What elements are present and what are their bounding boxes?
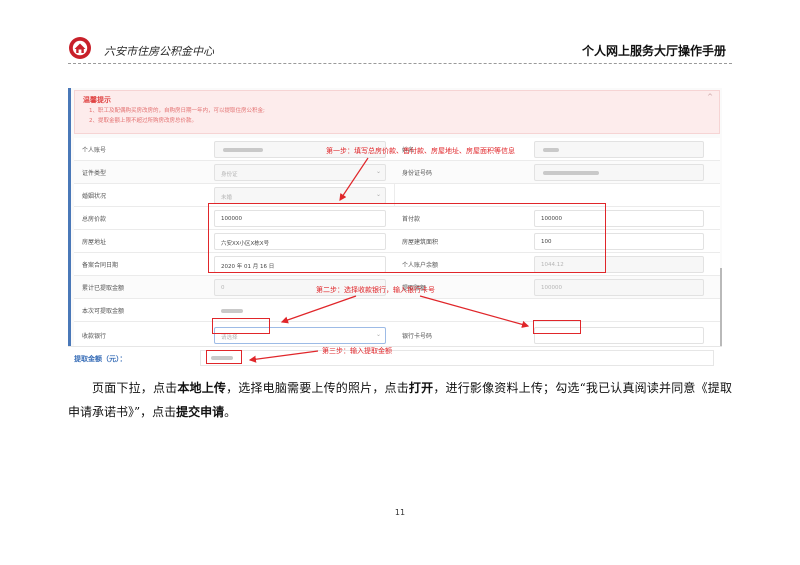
submit-term: 提交申请 — [176, 405, 225, 419]
collapse-icon[interactable]: ^ — [707, 93, 713, 101]
name-field — [534, 141, 704, 158]
tips-title: 温馨提示 — [83, 96, 111, 104]
available-amount-field — [214, 302, 386, 319]
marital-status-select: 未婚 ⌄ — [214, 187, 386, 204]
org-name: 六安市住房公积金中心 — [104, 45, 214, 58]
withdrawal-limit-field: 100000 — [534, 279, 704, 296]
field-label: 总房价款 — [82, 216, 107, 223]
field-label: 身份证号码 — [402, 170, 433, 177]
document-header: 六安市住房公积金中心 个人网上服务大厅操作手册 — [68, 34, 732, 64]
form-row: 本次可提取金额 — [74, 299, 720, 322]
masked-value — [543, 171, 599, 175]
field-label: 房屋地址 — [82, 239, 107, 246]
amount-highlight-box — [206, 350, 242, 364]
housing-fund-logo-icon — [69, 37, 91, 59]
id-type-select: 身份证 ⌄ — [214, 164, 386, 181]
bank-select-highlight-box — [212, 318, 270, 334]
chevron-down-icon: ⌄ — [375, 168, 381, 175]
masked-value — [223, 148, 263, 152]
instruction-paragraph: 页面下拉，点击本地上传，选择电脑需要上传的照片，点击打开，进行影像资料上传；勾选… — [68, 381, 732, 419]
field-label: 个人账号 — [82, 147, 107, 154]
tips-line: 1、职工及配偶购买房改房的，自购房日期一年内，可以提取住房公积金; — [89, 108, 265, 114]
page-number: 11 — [394, 508, 406, 517]
withdrawal-amount-input[interactable] — [200, 350, 714, 366]
field-label: 证件类型 — [82, 170, 107, 177]
field-label: 备案合同日期 — [82, 262, 119, 269]
manual-title: 个人网上服务大厅操作手册 — [581, 44, 726, 58]
field-label: 收款银行 — [82, 333, 107, 340]
amount-label: 提取金额（元）： — [74, 355, 127, 363]
step2-annotation: 第二步：选择收款银行，输入银行卡号 — [316, 286, 435, 294]
withdrawal-amount-row: 提取金额（元）： — [68, 346, 722, 368]
masked-value — [221, 309, 243, 313]
form-row: 收款银行 请选择 ⌄ 银行卡号码 — [74, 322, 720, 348]
field-label: 本次可提取金额 — [82, 308, 125, 315]
field-label: 累计已提取金额 — [82, 285, 125, 292]
step1-annotation: 第一步：填写总房价款、首付款、房屋地址、房屋面积等信息 — [326, 147, 515, 155]
masked-value — [543, 148, 559, 152]
form-row: 证件类型 身份证 ⌄ 身份证号码 — [74, 161, 720, 184]
tips-line: 2、提取金额上限不超过所购房改房总价款。 — [89, 118, 198, 124]
warm-tips-box: 温馨提示 1、职工及配偶购买房改房的，自购房日期一年内，可以提取住房公积金; 2… — [74, 90, 720, 134]
step3-annotation: 第三步：输入提取金额 — [322, 347, 392, 355]
field-label: 婚姻状况 — [82, 193, 107, 200]
field-label: 银行卡号码 — [402, 333, 433, 340]
bank-card-highlight-box — [533, 320, 581, 334]
step1-highlight-box — [208, 203, 606, 273]
id-number-field — [534, 164, 704, 181]
chevron-down-icon: ⌄ — [375, 191, 381, 198]
chevron-down-icon: ⌄ — [375, 331, 381, 338]
nav-edge — [68, 88, 71, 368]
local-upload-term: 本地上传 — [177, 381, 227, 395]
open-term: 打开 — [408, 381, 434, 395]
